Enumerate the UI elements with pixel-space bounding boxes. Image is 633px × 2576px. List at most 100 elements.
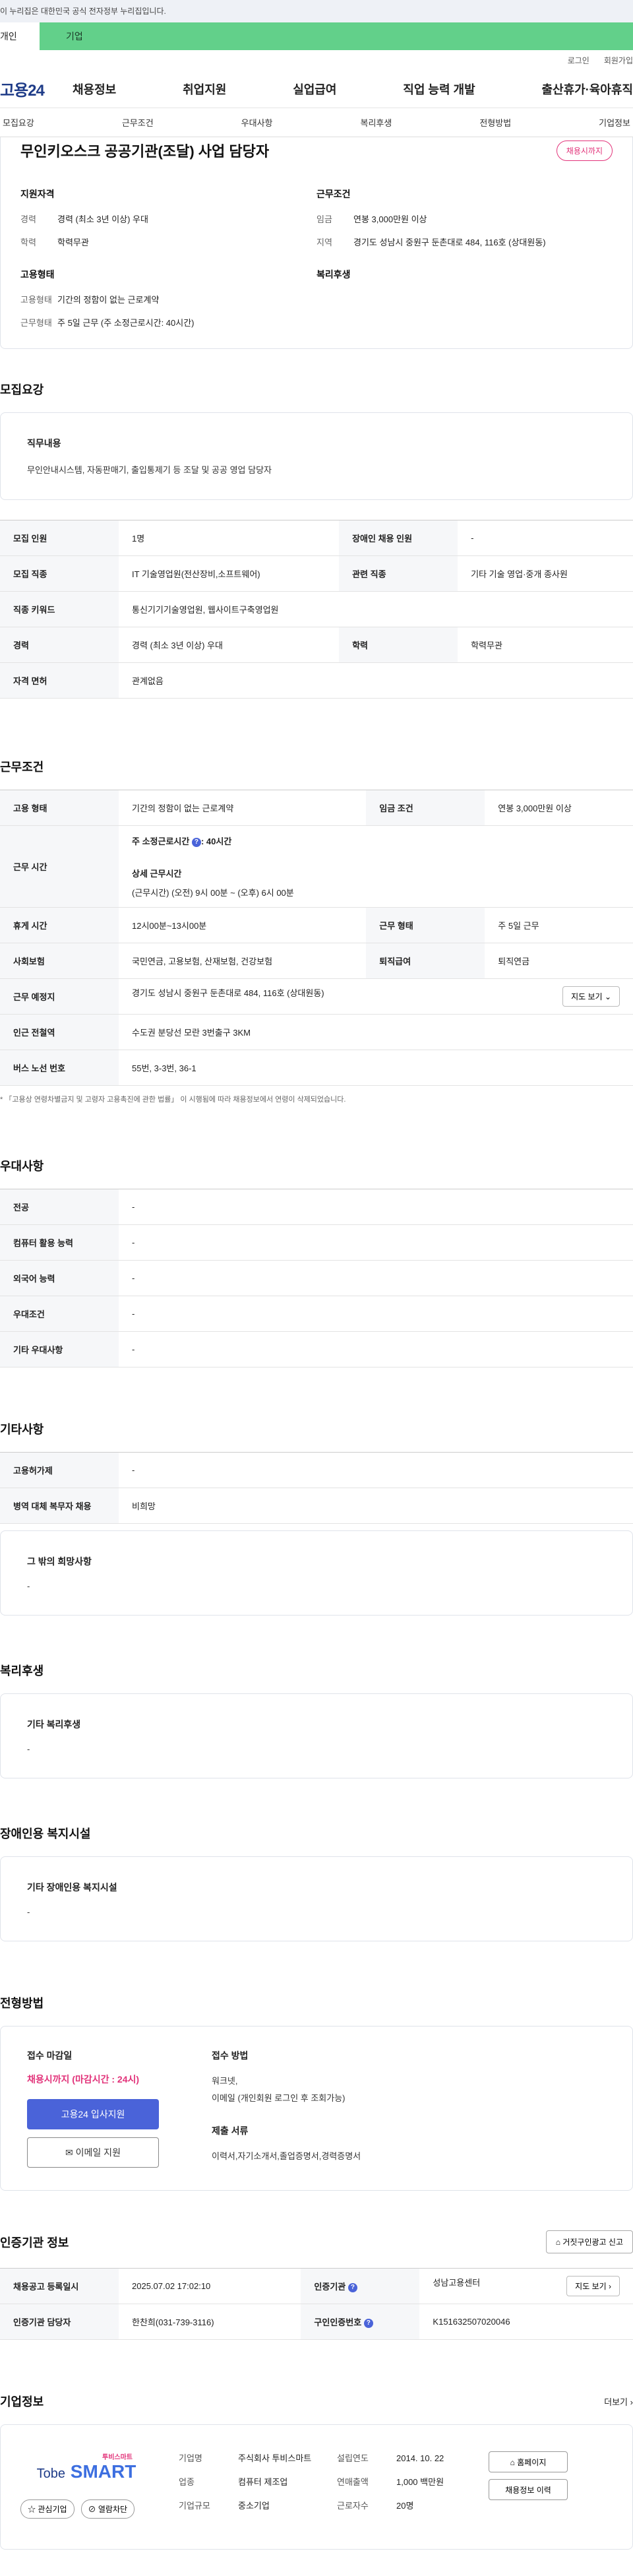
- welfare-heading: 복리후생: [316, 269, 351, 280]
- subnav-pref[interactable]: 우대사항: [239, 116, 276, 129]
- table-row: 모집 직종 IT 기술영업원(전산장비,소프트웨어) 관련 직종 기타 기술 영…: [0, 555, 633, 592]
- agency-map-label: 지도 보기: [575, 2282, 607, 2291]
- emp-label: 고용형태: [20, 295, 52, 305]
- subnav-recruit[interactable]: 모집요강: [0, 116, 37, 129]
- table-row: 고용 형태 기간의 정함이 없는 근로계약 임금 조건 연봉 3,000만원 이…: [0, 790, 633, 826]
- menu-item-support[interactable]: 취업지원: [183, 80, 226, 98]
- cell-value: 관계없음: [119, 662, 633, 699]
- cell-label: 퇴직급여: [366, 943, 485, 979]
- subnav-welfare[interactable]: 복리후생: [357, 116, 394, 129]
- qual-label: 학력: [20, 237, 36, 247]
- cell-value: 경기도 성남시 중원구 둔촌대로 484, 116호 (상대원동) 지도 보기 …: [119, 978, 633, 1015]
- company-industry-label: 업종: [179, 2477, 195, 2487]
- company-emp-label: 근로자수: [337, 2501, 369, 2511]
- method-line-1: 워크넷,: [212, 2076, 238, 2086]
- block-icon: ⊘: [88, 2505, 96, 2514]
- cell-label: 사회보험: [0, 943, 119, 979]
- gov-banner: 이 누리집은 대한민국 공식 전자정부 누리집입니다.: [0, 0, 633, 22]
- company-logo-smart: SMART: [70, 2461, 136, 2482]
- info-icon[interactable]: ?: [191, 837, 201, 847]
- deadline-badge: 채용시까지: [556, 140, 613, 161]
- company-sales-label: 연매출액: [337, 2477, 369, 2487]
- cell-value: 한찬희(031-739-3116): [119, 2304, 301, 2340]
- cell-value: 1명: [119, 520, 340, 556]
- hours-weekly-value: : 40시간: [200, 836, 232, 846]
- cell-value: K151632507020046: [419, 2304, 633, 2340]
- qual-heading: 지원자격: [20, 189, 55, 199]
- apply-button[interactable]: 고용24 입사지원: [27, 2099, 159, 2129]
- hours-detail-heading: 상세 근무시간: [132, 869, 182, 879]
- login-link[interactable]: 로그인: [568, 55, 589, 66]
- cell-value: 통신기기기술영업원, 웹사이트구축영업원: [119, 591, 633, 627]
- subnav-work[interactable]: 근무조건: [119, 116, 156, 129]
- cell-label: 장애인 채용 인원: [339, 520, 458, 556]
- join-link[interactable]: 회원가입: [604, 55, 633, 66]
- qual-value: 경력 (최소 3년 이상) 우대: [57, 214, 148, 224]
- chevron-right-icon: ›: [630, 2397, 633, 2407]
- subnav-process[interactable]: 전형방법: [477, 116, 514, 129]
- table-row: 버스 노선 번호 55번, 3-3번, 36-1: [0, 1050, 633, 1086]
- favorite-company-button[interactable]: ☆ 관심기업: [20, 2499, 75, 2519]
- disabled-heading: 기타 장애인용 복지시설: [27, 1882, 117, 1893]
- cell-label: 모집 인원: [0, 520, 119, 556]
- agency-num-label: 구인인증번호: [314, 2317, 362, 2327]
- menu-item-training[interactable]: 직업 능력 개발: [403, 80, 475, 98]
- company-section-title: 기업정보: [0, 2395, 44, 2408]
- table-row: 근무 시간 주 소정근로시간 ?: 40시간 상세 근무시간 (근무시간) (오…: [0, 825, 633, 908]
- section-subnav: 모집요강 근무조건 우대사항 복리후생 전형방법 기업정보: [0, 108, 633, 137]
- cell-label: 근무 시간: [0, 825, 119, 908]
- duty-box: 직무내용 무인안내시스템, 자동판매기, 출입통제기 등 조달 및 공공 영업 …: [0, 412, 633, 500]
- emp-value: 기간의 정함이 없는 근로계약: [57, 295, 160, 305]
- info-icon[interactable]: ?: [347, 2282, 357, 2292]
- favorite-company-label: 관심기업: [38, 2505, 67, 2514]
- cell-value: 성남고용센터 지도 보기 ›: [419, 2268, 633, 2304]
- subnav-company[interactable]: 기업정보: [596, 116, 633, 129]
- cell-label: 채용공고 등록일시: [0, 2268, 119, 2304]
- cell-value: 퇴직연금: [485, 943, 633, 979]
- menu-item-unemployment[interactable]: 실업급여: [293, 80, 336, 98]
- pref-section-title: 우대사항: [0, 1160, 44, 1173]
- company-size-label: 기업규모: [179, 2501, 210, 2511]
- block-company-button[interactable]: ⊘ 열람차단: [80, 2499, 135, 2519]
- cell-value: -: [119, 1224, 633, 1261]
- more-link[interactable]: 더보기 ›: [604, 2395, 633, 2408]
- company-name-value: 주식회사 투비스마트: [238, 2453, 312, 2463]
- cell-value: 비희망: [119, 1488, 633, 1524]
- deadline-value: 채용시까지 (마감시간 : 24시): [27, 2074, 140, 2085]
- cell-label: 자격 면허: [0, 662, 119, 699]
- info-icon[interactable]: ?: [363, 2318, 373, 2328]
- company-box: 투비스마트 Tobe SMART ☆ 관심기업 ⊘ 열람차단 기업명 주식회사 투…: [0, 2424, 633, 2550]
- deadline-heading: 접수 마감일: [27, 2050, 73, 2061]
- cell-value: 학력무관: [458, 627, 633, 663]
- cell-label: 경력: [0, 627, 119, 663]
- menu-item-jobs[interactable]: 채용정보: [73, 80, 116, 98]
- agency-org-label: 인증기관: [314, 2282, 346, 2292]
- menu-item-parental-leave[interactable]: 출산휴가·육아휴직: [542, 80, 633, 98]
- emp-heading: 고용형태: [20, 269, 55, 280]
- global-nav: 고용24 채용정보 취업지원 실업급여 직업 능력 개발 출산휴가·육아휴직: [0, 70, 633, 108]
- main-menu: 채용정보 취업지원 실업급여 직업 능력 개발 출산휴가·육아휴직: [73, 80, 633, 98]
- company-year-value: 2014. 10. 22: [396, 2453, 444, 2463]
- more-link-label: 더보기: [604, 2397, 628, 2407]
- welfare-box: 기타 복리후생 -: [0, 1693, 633, 1778]
- site-logo[interactable]: 고용24: [0, 77, 73, 100]
- cell-value: 주 5일 근무: [485, 907, 633, 943]
- cell-value: 기간의 정함이 없는 근로계약: [119, 790, 367, 826]
- tab-company[interactable]: 기업: [40, 22, 633, 50]
- job-history-button[interactable]: 채용정보 이력: [489, 2479, 568, 2500]
- company-year-label: 설립연도: [337, 2453, 369, 2463]
- other-wish-body: -: [27, 1581, 30, 1591]
- company-name-label: 기업명: [179, 2453, 202, 2463]
- job-summary-card: 무인키오스크 공공기관(조달) 사업 담당자 채용시까지 지원자격 경력 경력 (…: [0, 137, 633, 349]
- cell-label: 고용 형태: [0, 790, 119, 826]
- agency-map-button[interactable]: 지도 보기 ›: [566, 2276, 620, 2296]
- table-row: 인증기관 담당자 한찬희(031-739-3116) 구인인증번호 ? K151…: [0, 2304, 633, 2340]
- email-apply-button[interactable]: ✉ 이메일 지원: [27, 2137, 159, 2168]
- table-row: 근무 예정지 경기도 성남시 중원구 둔촌대로 484, 116호 (상대원동)…: [0, 978, 633, 1015]
- homepage-button[interactable]: ⌂ 홈페이지: [489, 2451, 568, 2472]
- table-row: 자격 면허 관계없음: [0, 662, 633, 699]
- report-fake-ad-button[interactable]: ⌂ 거짓구인광고 신고: [545, 2230, 633, 2253]
- map-button[interactable]: 지도 보기 ⌄: [562, 986, 620, 1007]
- tab-person[interactable]: 개인: [0, 22, 40, 50]
- welfare-body: -: [27, 1744, 30, 1754]
